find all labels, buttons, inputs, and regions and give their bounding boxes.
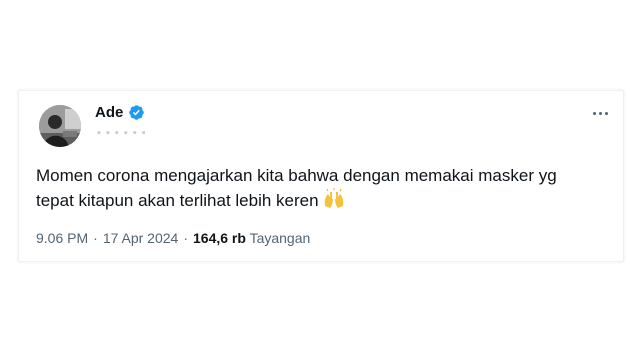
avatar[interactable]	[39, 105, 81, 147]
author-handle-blurred: ▪ ▪ ▪ ▪ ▪ ▪	[97, 127, 147, 139]
verified-badge-icon	[129, 105, 145, 120]
views-count: 164,6 rb	[193, 230, 246, 246]
meta-separator-2: ·	[183, 230, 188, 246]
raising-hands-emoji-icon	[324, 188, 343, 208]
tweet-date[interactable]: 17 Apr 2024	[103, 230, 179, 246]
more-options-icon[interactable]	[589, 105, 613, 121]
tweet-card: Ade ▪ ▪ ▪ ▪ ▪ ▪ Momen corona mengajarkan…	[18, 90, 624, 262]
views-label: Tayangan	[249, 230, 311, 246]
author-name-row: Ade	[95, 104, 145, 121]
page: Ade ▪ ▪ ▪ ▪ ▪ ▪ Momen corona mengajarkan…	[0, 0, 640, 360]
profile-photo-icon	[39, 105, 81, 147]
tweet-text-line-2-text: tepat kitapun akan terlihat lebih keren	[36, 191, 319, 210]
meta-separator: ·	[93, 230, 98, 246]
tweet-text: Momen corona mengajarkan kita bahwa deng…	[36, 163, 596, 213]
author-display-name[interactable]: Ade	[95, 104, 123, 121]
tweet-time[interactable]: 9.06 PM	[36, 230, 88, 246]
tweet-text-line-1: Momen corona mengajarkan kita bahwa deng…	[36, 166, 557, 185]
tweet-meta: 9.06 PM · 17 Apr 2024 · 164,6 rb Tayangan	[36, 230, 310, 246]
tweet-text-line-2: tepat kitapun akan terlihat lebih keren	[36, 188, 596, 213]
